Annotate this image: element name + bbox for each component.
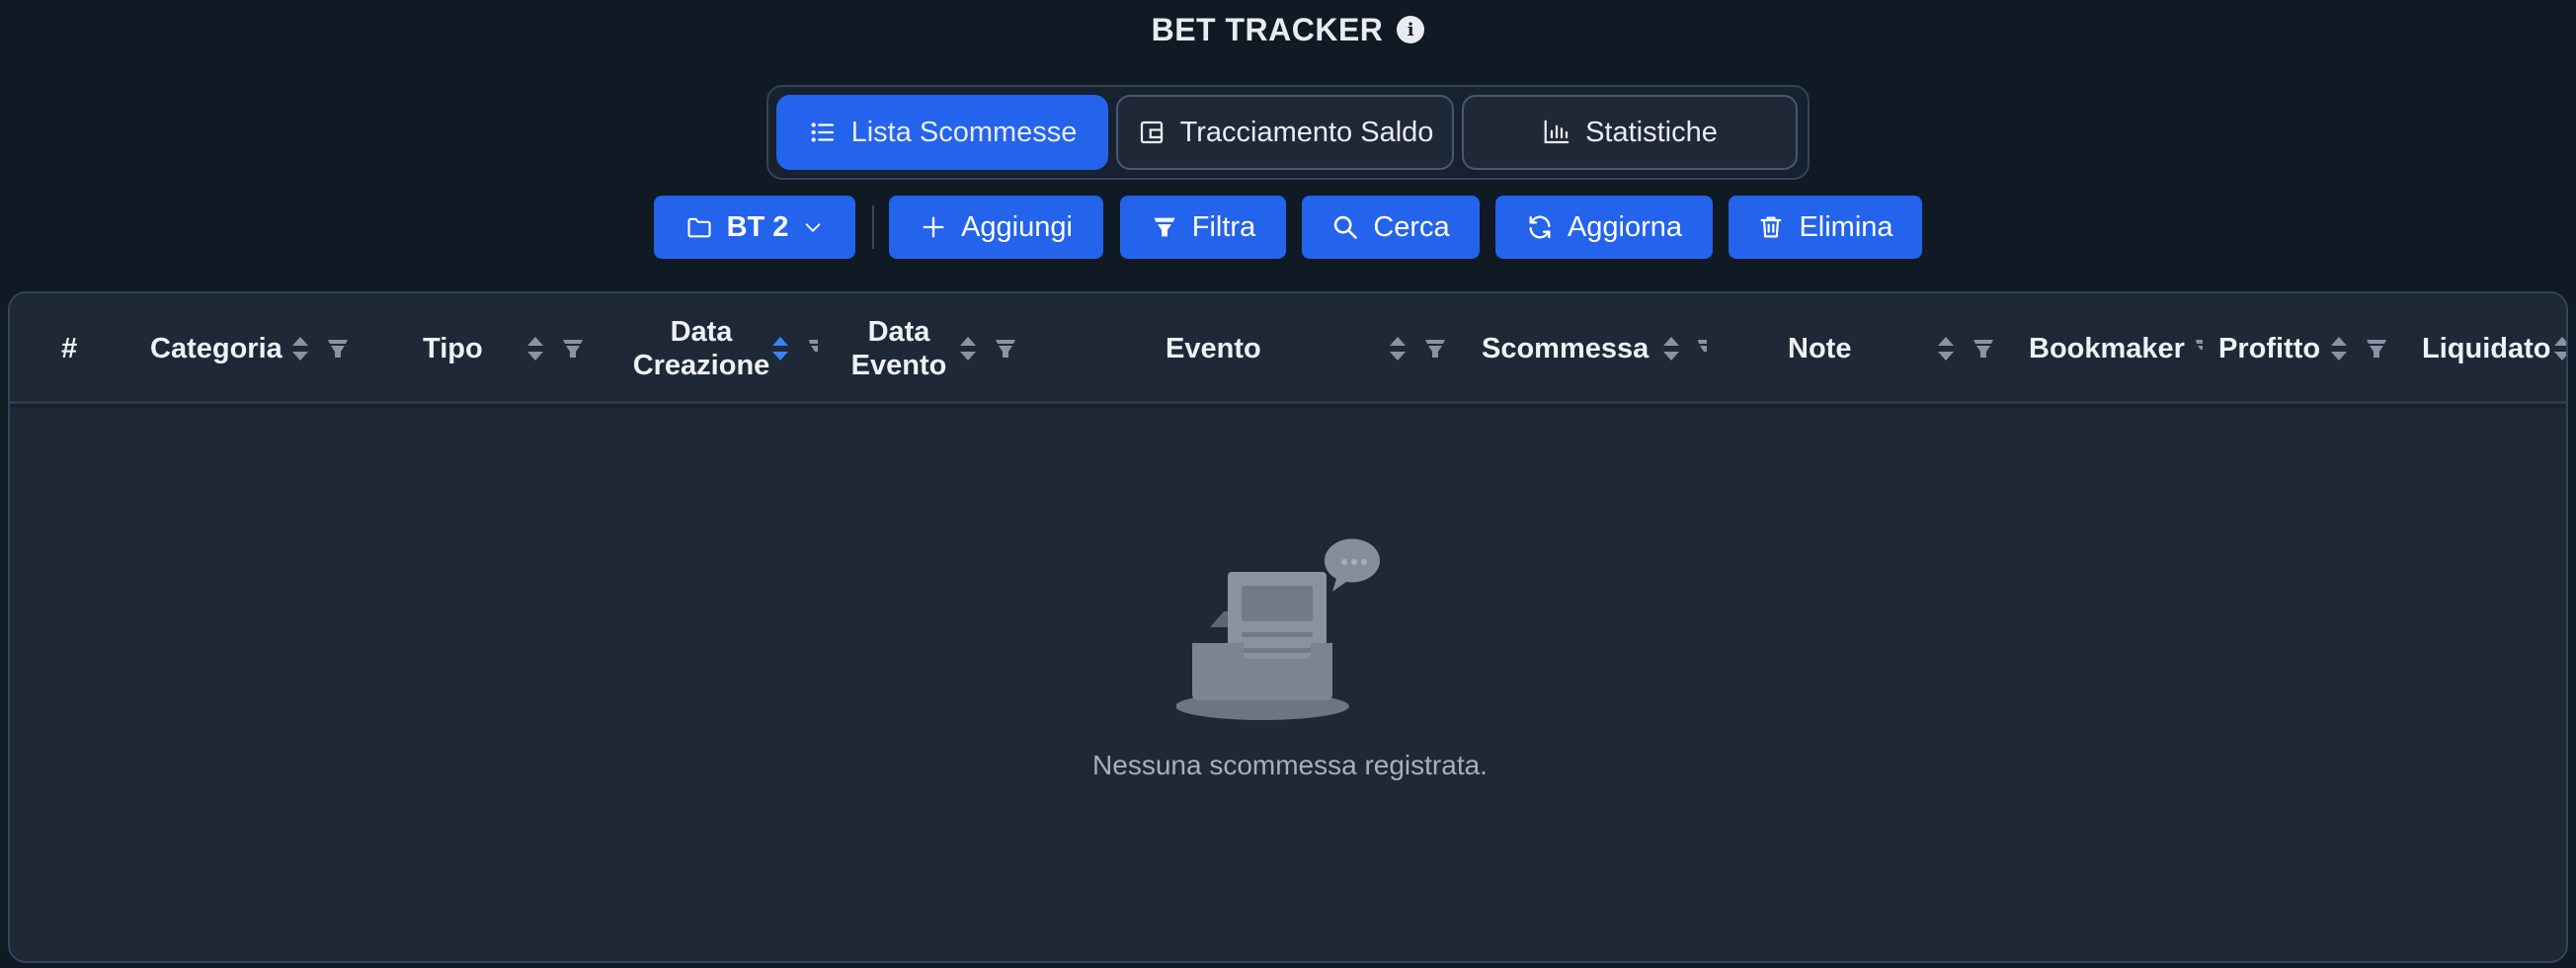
column-header-liquidato[interactable]: Liquidato bbox=[2422, 293, 2550, 404]
chevron-down-icon bbox=[806, 223, 821, 232]
filter-label: Filtra bbox=[1191, 210, 1256, 243]
search-icon bbox=[1334, 215, 1358, 239]
column-label: Liquidato bbox=[2422, 333, 2551, 364]
filter-icon[interactable] bbox=[1697, 338, 1707, 360]
app-header: BET TRACKER i bbox=[0, 10, 2576, 49]
column-header-data-evento[interactable]: Data Evento bbox=[840, 293, 958, 404]
filter-icon[interactable] bbox=[995, 338, 1016, 360]
filter-icon[interactable] bbox=[327, 338, 349, 360]
view-tabs: Lista Scommesse Tracciamento Saldo Stati… bbox=[766, 85, 1810, 180]
refresh-label: Aggiorna bbox=[1567, 210, 1683, 243]
column-header-profitto[interactable]: Profitto bbox=[2218, 293, 2320, 404]
sort-icon[interactable] bbox=[2552, 333, 2566, 364]
column-header-evento[interactable]: Evento bbox=[1166, 293, 1261, 404]
bar-chart-icon bbox=[1544, 120, 1570, 144]
column-header-note[interactable]: Note bbox=[1788, 293, 1851, 404]
column-label: Bookmaker bbox=[2029, 333, 2185, 364]
table-header: # Categoria Tipo Data Creazione Data Eve… bbox=[10, 293, 2566, 404]
filter-icon[interactable] bbox=[1424, 338, 1446, 360]
tab-label: Lista Scommesse bbox=[850, 116, 1078, 148]
sort-icon[interactable] bbox=[290, 333, 310, 364]
tab-label: Statistiche bbox=[1585, 116, 1718, 148]
column-header-tipo[interactable]: Tipo bbox=[423, 293, 483, 404]
column-label: Profitto bbox=[2218, 333, 2321, 364]
column-label: Categoria bbox=[150, 333, 282, 364]
column-header-categoria[interactable]: Categoria bbox=[150, 293, 282, 404]
column-label: Evento bbox=[1166, 333, 1261, 364]
empty-inbox-icon bbox=[1176, 538, 1380, 720]
sort-icon[interactable] bbox=[1388, 333, 1408, 364]
search-button[interactable]: Cerca bbox=[1302, 196, 1480, 259]
refresh-icon bbox=[1529, 215, 1551, 239]
column-label-line: Data bbox=[670, 316, 733, 348]
toolbar-divider bbox=[872, 205, 874, 249]
sort-icon[interactable] bbox=[1661, 333, 1681, 364]
toolbar: BT 2 Aggiungi Filtra Cerca Aggiorna Elim… bbox=[0, 196, 2576, 259]
column-label: Tipo bbox=[423, 333, 483, 364]
list-icon bbox=[811, 122, 834, 142]
delete-label: Elimina bbox=[1799, 210, 1893, 243]
tab-tracciamento-saldo[interactable]: Tracciamento Saldo bbox=[1116, 95, 1454, 170]
trash-icon bbox=[1761, 216, 1782, 238]
column-header-bookmaker[interactable]: Bookmaker bbox=[2029, 293, 2185, 404]
filter-icon[interactable] bbox=[1972, 338, 1994, 360]
wallet-icon bbox=[1140, 121, 1163, 144]
delete-button[interactable]: Elimina bbox=[1729, 196, 1922, 259]
column-header-scommessa[interactable]: Scommessa bbox=[1482, 293, 1649, 404]
column-label-line: Evento bbox=[850, 350, 947, 381]
sort-icon[interactable] bbox=[2329, 333, 2349, 364]
refresh-button[interactable]: Aggiorna bbox=[1495, 196, 1713, 259]
empty-state: Nessuna scommessa registrata. bbox=[10, 530, 2566, 781]
column-label-line: Creazione bbox=[632, 350, 770, 381]
filter-icon[interactable] bbox=[2195, 338, 2203, 360]
folder-label: BT 2 bbox=[726, 210, 789, 243]
sort-icon[interactable] bbox=[525, 333, 545, 364]
tab-statistiche[interactable]: Statistiche bbox=[1462, 95, 1798, 170]
filter-icon[interactable] bbox=[2366, 338, 2387, 360]
tab-label: Tracciamento Saldo bbox=[1179, 116, 1434, 148]
tab-lista-scommesse[interactable]: Lista Scommesse bbox=[776, 95, 1108, 170]
sort-icon[interactable] bbox=[958, 333, 978, 364]
filter-icon[interactable] bbox=[562, 338, 584, 360]
add-label: Aggiungi bbox=[961, 210, 1073, 243]
column-label: Scommessa bbox=[1482, 333, 1650, 364]
bets-table: # Categoria Tipo Data Creazione Data Eve… bbox=[8, 291, 2568, 963]
column-label: Note bbox=[1788, 333, 1852, 364]
app-title: BET TRACKER bbox=[1151, 11, 1384, 47]
empty-message: Nessuna scommessa registrata. bbox=[1092, 750, 1488, 780]
info-icon[interactable]: i bbox=[1397, 16, 1425, 43]
folder-select-button[interactable]: BT 2 bbox=[654, 196, 855, 259]
filter-icon[interactable] bbox=[808, 338, 818, 360]
folder-icon bbox=[687, 217, 711, 238]
plus-icon bbox=[923, 216, 944, 238]
column-header-data-creazione[interactable]: Data Creazione bbox=[624, 293, 778, 404]
filter-button[interactable]: Filtra bbox=[1120, 196, 1286, 259]
sort-icon[interactable] bbox=[1936, 333, 1956, 364]
column-label-line: Data bbox=[867, 316, 930, 348]
add-button[interactable]: Aggiungi bbox=[889, 196, 1103, 259]
sort-active-icon[interactable] bbox=[770, 333, 790, 364]
search-label: Cerca bbox=[1373, 210, 1450, 243]
filter-icon bbox=[1154, 217, 1175, 237]
column-label: # bbox=[61, 333, 78, 364]
column-header-index[interactable]: # bbox=[61, 293, 77, 404]
